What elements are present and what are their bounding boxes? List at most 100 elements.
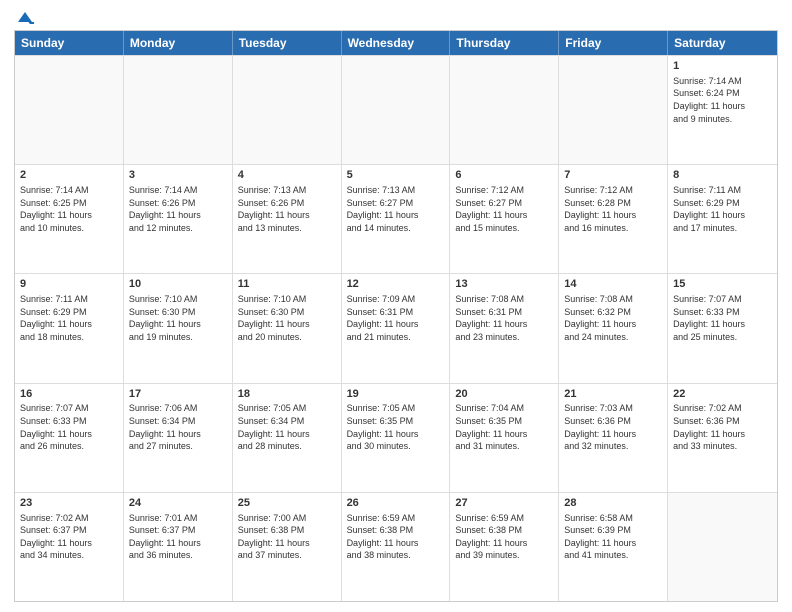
- cell-info: Sunrise: 7:02 AM Sunset: 6:36 PM Dayligh…: [673, 402, 772, 452]
- day-number: 17: [129, 387, 227, 402]
- cell-info: Sunrise: 7:14 AM Sunset: 6:26 PM Dayligh…: [129, 184, 227, 234]
- calendar-row: 9Sunrise: 7:11 AM Sunset: 6:29 PM Daylig…: [15, 273, 777, 382]
- calendar-cell: 5Sunrise: 7:13 AM Sunset: 6:27 PM Daylig…: [342, 165, 451, 273]
- cell-info: Sunrise: 6:59 AM Sunset: 6:38 PM Dayligh…: [347, 512, 445, 562]
- day-number: 20: [455, 387, 553, 402]
- calendar-cell: [342, 56, 451, 164]
- day-number: 27: [455, 496, 553, 511]
- cell-info: Sunrise: 7:04 AM Sunset: 6:35 PM Dayligh…: [455, 402, 553, 452]
- calendar-body: 1Sunrise: 7:14 AM Sunset: 6:24 PM Daylig…: [15, 55, 777, 601]
- cell-info: Sunrise: 7:00 AM Sunset: 6:38 PM Dayligh…: [238, 512, 336, 562]
- day-number: 8: [673, 168, 772, 183]
- calendar-cell: 20Sunrise: 7:04 AM Sunset: 6:35 PM Dayli…: [450, 384, 559, 492]
- day-number: 18: [238, 387, 336, 402]
- cell-info: Sunrise: 7:01 AM Sunset: 6:37 PM Dayligh…: [129, 512, 227, 562]
- calendar-cell: 24Sunrise: 7:01 AM Sunset: 6:37 PM Dayli…: [124, 493, 233, 601]
- calendar-cell: 17Sunrise: 7:06 AM Sunset: 6:34 PM Dayli…: [124, 384, 233, 492]
- calendar-cell: 11Sunrise: 7:10 AM Sunset: 6:30 PM Dayli…: [233, 274, 342, 382]
- cell-info: Sunrise: 7:03 AM Sunset: 6:36 PM Dayligh…: [564, 402, 662, 452]
- calendar-row: 23Sunrise: 7:02 AM Sunset: 6:37 PM Dayli…: [15, 492, 777, 601]
- calendar-cell: 4Sunrise: 7:13 AM Sunset: 6:26 PM Daylig…: [233, 165, 342, 273]
- logo: [14, 10, 34, 24]
- weekday-header: Tuesday: [233, 31, 342, 55]
- calendar-cell: 1Sunrise: 7:14 AM Sunset: 6:24 PM Daylig…: [668, 56, 777, 164]
- day-number: 11: [238, 277, 336, 292]
- cell-info: Sunrise: 7:05 AM Sunset: 6:35 PM Dayligh…: [347, 402, 445, 452]
- weekday-header: Saturday: [668, 31, 777, 55]
- calendar-cell: 3Sunrise: 7:14 AM Sunset: 6:26 PM Daylig…: [124, 165, 233, 273]
- day-number: 2: [20, 168, 118, 183]
- calendar-header: SundayMondayTuesdayWednesdayThursdayFrid…: [15, 31, 777, 55]
- calendar-cell: 12Sunrise: 7:09 AM Sunset: 6:31 PM Dayli…: [342, 274, 451, 382]
- cell-info: Sunrise: 7:05 AM Sunset: 6:34 PM Dayligh…: [238, 402, 336, 452]
- weekday-header: Monday: [124, 31, 233, 55]
- calendar-cell: 18Sunrise: 7:05 AM Sunset: 6:34 PM Dayli…: [233, 384, 342, 492]
- cell-info: Sunrise: 7:06 AM Sunset: 6:34 PM Dayligh…: [129, 402, 227, 452]
- cell-info: Sunrise: 7:08 AM Sunset: 6:31 PM Dayligh…: [455, 293, 553, 343]
- calendar-cell: 16Sunrise: 7:07 AM Sunset: 6:33 PM Dayli…: [15, 384, 124, 492]
- cell-info: Sunrise: 7:02 AM Sunset: 6:37 PM Dayligh…: [20, 512, 118, 562]
- day-number: 12: [347, 277, 445, 292]
- day-number: 6: [455, 168, 553, 183]
- cell-info: Sunrise: 7:12 AM Sunset: 6:28 PM Dayligh…: [564, 184, 662, 234]
- day-number: 26: [347, 496, 445, 511]
- header: [14, 10, 778, 24]
- calendar-cell: 19Sunrise: 7:05 AM Sunset: 6:35 PM Dayli…: [342, 384, 451, 492]
- cell-info: Sunrise: 7:14 AM Sunset: 6:24 PM Dayligh…: [673, 75, 772, 125]
- day-number: 23: [20, 496, 118, 511]
- calendar-cell: [124, 56, 233, 164]
- calendar-row: 1Sunrise: 7:14 AM Sunset: 6:24 PM Daylig…: [15, 55, 777, 164]
- weekday-header: Sunday: [15, 31, 124, 55]
- cell-info: Sunrise: 6:58 AM Sunset: 6:39 PM Dayligh…: [564, 512, 662, 562]
- day-number: 13: [455, 277, 553, 292]
- calendar-cell: 13Sunrise: 7:08 AM Sunset: 6:31 PM Dayli…: [450, 274, 559, 382]
- calendar-cell: 7Sunrise: 7:12 AM Sunset: 6:28 PM Daylig…: [559, 165, 668, 273]
- calendar-cell: 6Sunrise: 7:12 AM Sunset: 6:27 PM Daylig…: [450, 165, 559, 273]
- cell-info: Sunrise: 7:11 AM Sunset: 6:29 PM Dayligh…: [673, 184, 772, 234]
- calendar-cell: 23Sunrise: 7:02 AM Sunset: 6:37 PM Dayli…: [15, 493, 124, 601]
- calendar-cell: [668, 493, 777, 601]
- day-number: 22: [673, 387, 772, 402]
- logo-icon: [16, 10, 34, 24]
- cell-info: Sunrise: 7:11 AM Sunset: 6:29 PM Dayligh…: [20, 293, 118, 343]
- calendar-cell: 10Sunrise: 7:10 AM Sunset: 6:30 PM Dayli…: [124, 274, 233, 382]
- calendar-cell: 28Sunrise: 6:58 AM Sunset: 6:39 PM Dayli…: [559, 493, 668, 601]
- day-number: 24: [129, 496, 227, 511]
- calendar-cell: [233, 56, 342, 164]
- calendar-cell: 21Sunrise: 7:03 AM Sunset: 6:36 PM Dayli…: [559, 384, 668, 492]
- cell-info: Sunrise: 7:10 AM Sunset: 6:30 PM Dayligh…: [129, 293, 227, 343]
- cell-info: Sunrise: 7:07 AM Sunset: 6:33 PM Dayligh…: [673, 293, 772, 343]
- calendar-row: 16Sunrise: 7:07 AM Sunset: 6:33 PM Dayli…: [15, 383, 777, 492]
- cell-info: Sunrise: 7:13 AM Sunset: 6:27 PM Dayligh…: [347, 184, 445, 234]
- day-number: 16: [20, 387, 118, 402]
- calendar-cell: [15, 56, 124, 164]
- cell-info: Sunrise: 6:59 AM Sunset: 6:38 PM Dayligh…: [455, 512, 553, 562]
- calendar-cell: 15Sunrise: 7:07 AM Sunset: 6:33 PM Dayli…: [668, 274, 777, 382]
- calendar-cell: 22Sunrise: 7:02 AM Sunset: 6:36 PM Dayli…: [668, 384, 777, 492]
- cell-info: Sunrise: 7:10 AM Sunset: 6:30 PM Dayligh…: [238, 293, 336, 343]
- day-number: 19: [347, 387, 445, 402]
- calendar-cell: 14Sunrise: 7:08 AM Sunset: 6:32 PM Dayli…: [559, 274, 668, 382]
- weekday-header: Wednesday: [342, 31, 451, 55]
- cell-info: Sunrise: 7:12 AM Sunset: 6:27 PM Dayligh…: [455, 184, 553, 234]
- weekday-header: Thursday: [450, 31, 559, 55]
- cell-info: Sunrise: 7:07 AM Sunset: 6:33 PM Dayligh…: [20, 402, 118, 452]
- day-number: 3: [129, 168, 227, 183]
- calendar-cell: [559, 56, 668, 164]
- calendar-cell: [450, 56, 559, 164]
- day-number: 14: [564, 277, 662, 292]
- calendar-cell: 2Sunrise: 7:14 AM Sunset: 6:25 PM Daylig…: [15, 165, 124, 273]
- calendar-cell: 26Sunrise: 6:59 AM Sunset: 6:38 PM Dayli…: [342, 493, 451, 601]
- day-number: 28: [564, 496, 662, 511]
- cell-info: Sunrise: 7:09 AM Sunset: 6:31 PM Dayligh…: [347, 293, 445, 343]
- day-number: 7: [564, 168, 662, 183]
- cell-info: Sunrise: 7:13 AM Sunset: 6:26 PM Dayligh…: [238, 184, 336, 234]
- calendar-cell: 9Sunrise: 7:11 AM Sunset: 6:29 PM Daylig…: [15, 274, 124, 382]
- day-number: 15: [673, 277, 772, 292]
- calendar-cell: 27Sunrise: 6:59 AM Sunset: 6:38 PM Dayli…: [450, 493, 559, 601]
- day-number: 21: [564, 387, 662, 402]
- day-number: 1: [673, 59, 772, 74]
- calendar-cell: 25Sunrise: 7:00 AM Sunset: 6:38 PM Dayli…: [233, 493, 342, 601]
- weekday-header: Friday: [559, 31, 668, 55]
- calendar-cell: 8Sunrise: 7:11 AM Sunset: 6:29 PM Daylig…: [668, 165, 777, 273]
